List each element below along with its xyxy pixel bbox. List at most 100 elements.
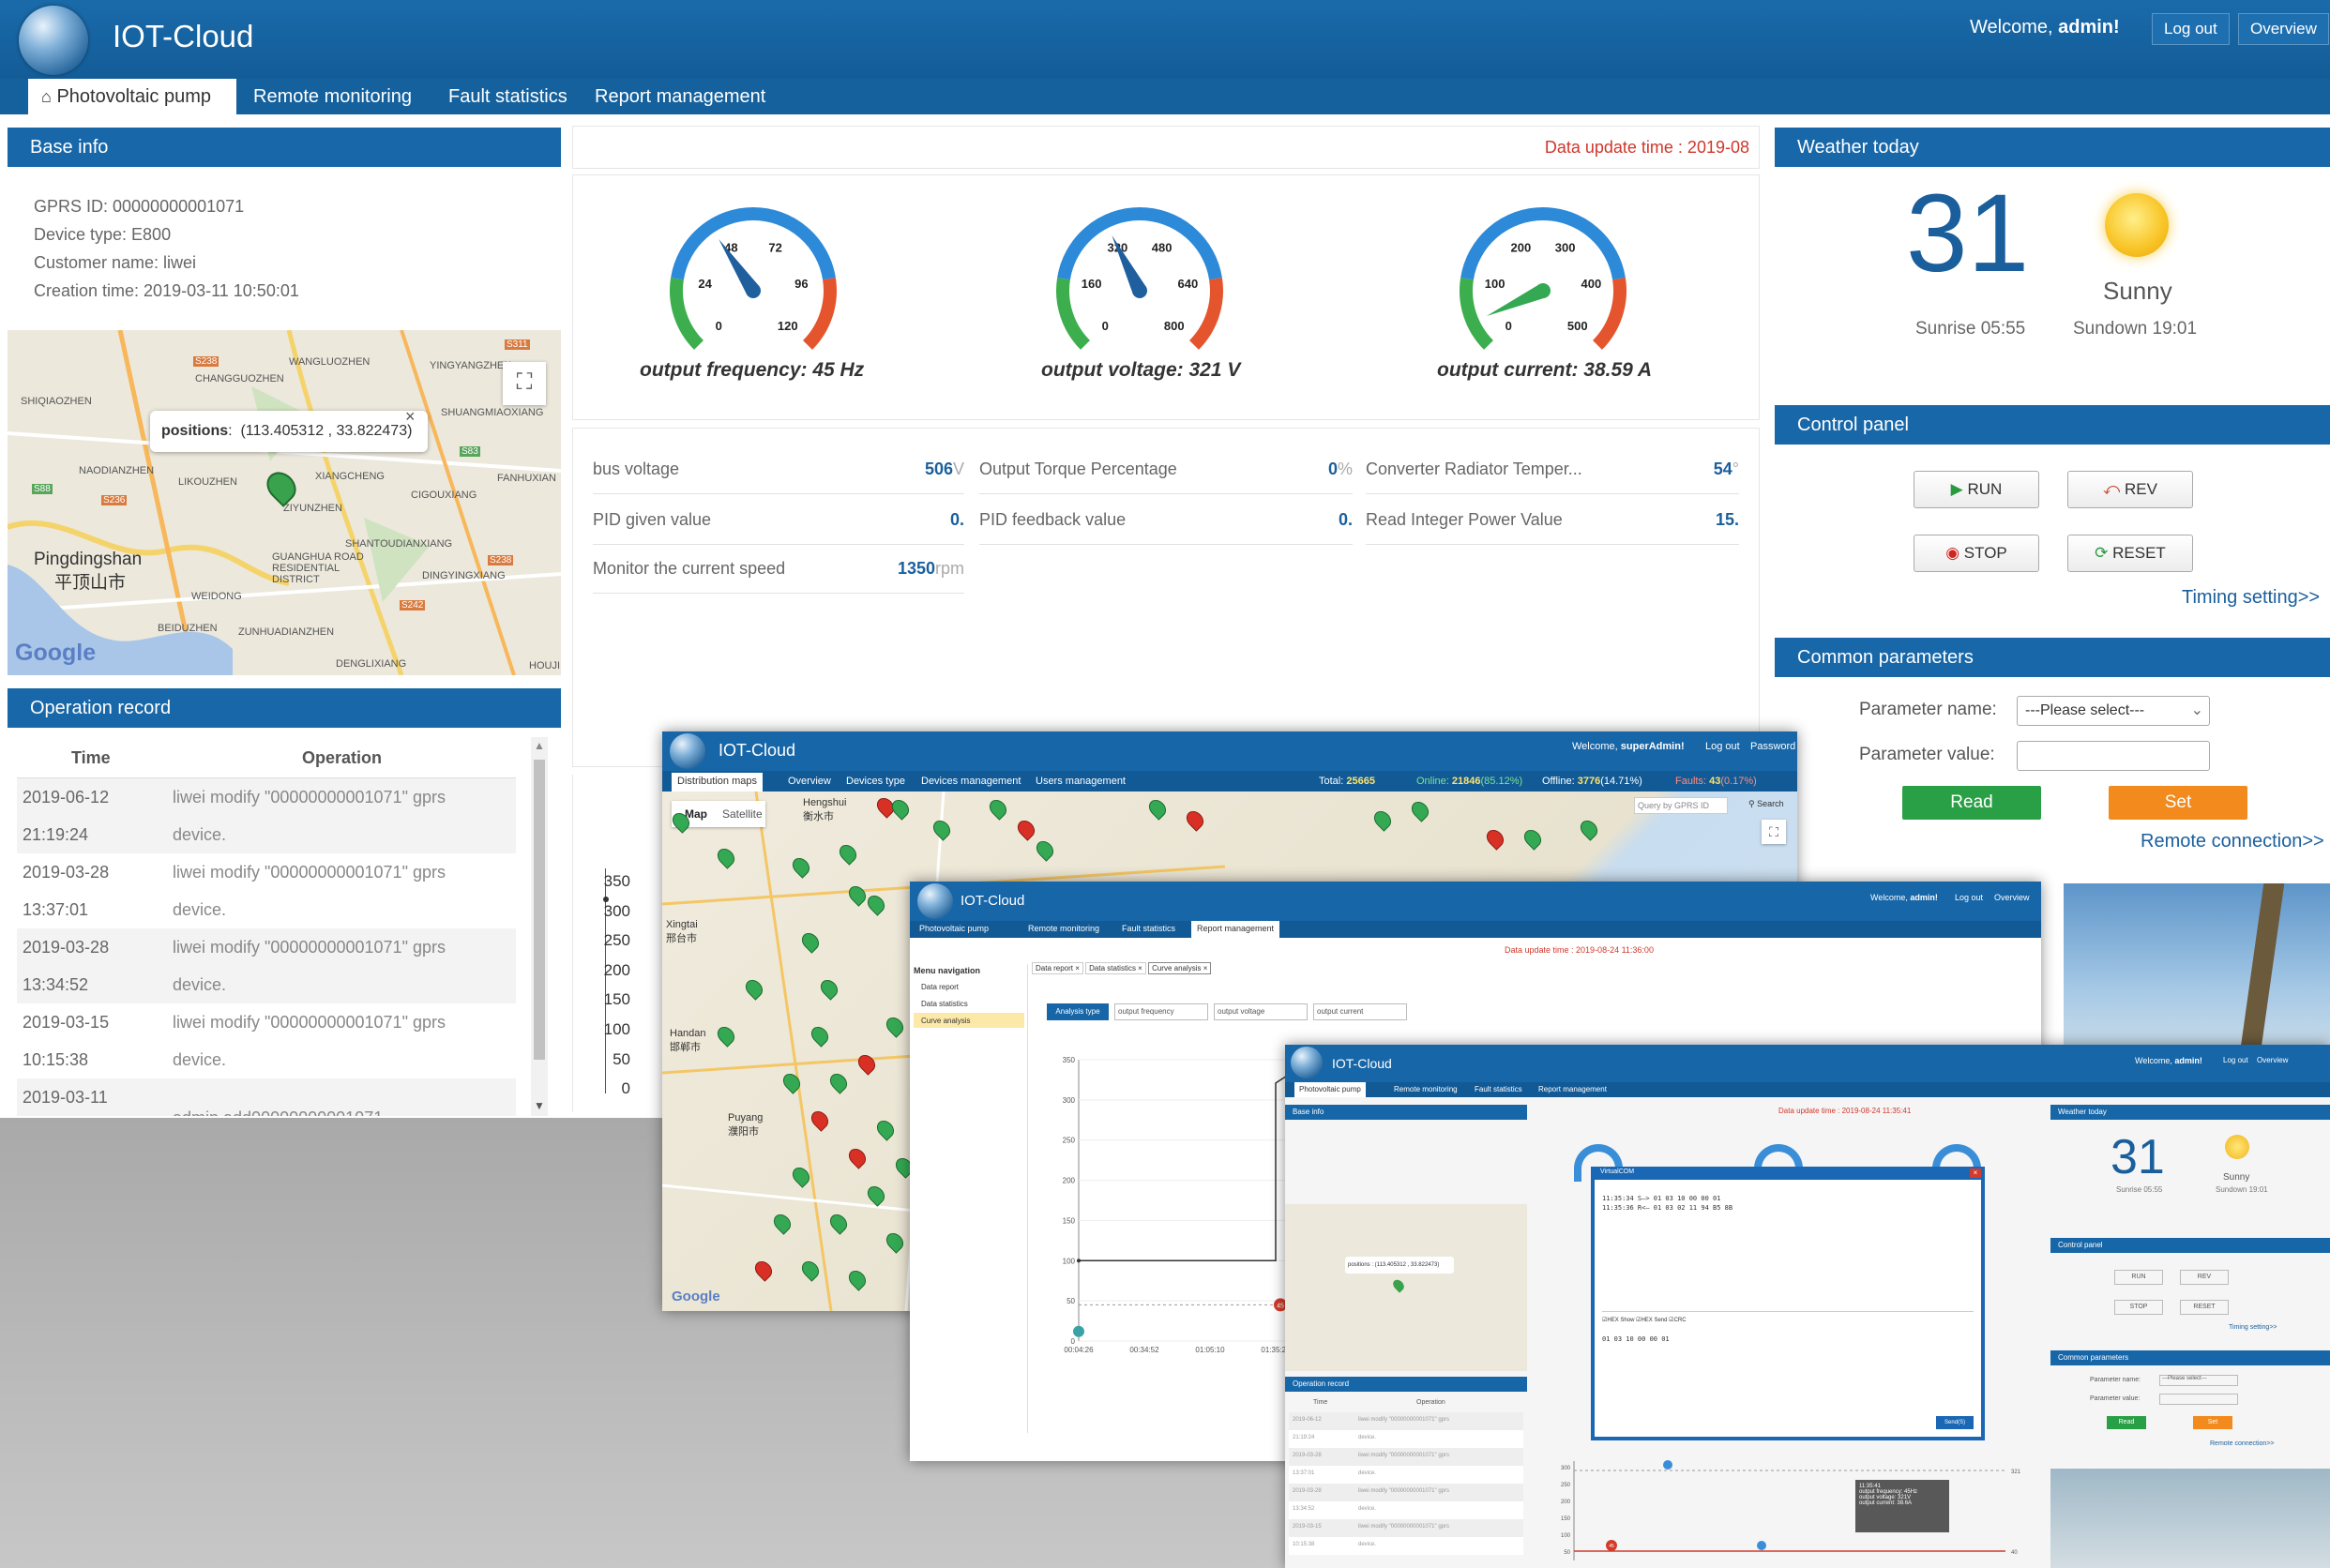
s1-tab[interactable]: Devices management	[921, 776, 1021, 787]
run-button[interactable]: ▶ RUN	[1914, 471, 2039, 508]
row-operation: liwei modify "00000000001071" gprs	[173, 1013, 446, 1032]
s2-tab[interactable]: Remote monitoring	[1028, 924, 1099, 933]
s2-overview[interactable]: Overview	[1994, 893, 2030, 902]
remote-connection-link[interactable]: Remote connection>>	[2141, 831, 2324, 852]
param-divider	[1366, 493, 1739, 494]
logout-button[interactable]: Log out	[2152, 13, 2230, 45]
table-row[interactable]: 2019-03-28 13:37:01 liwei modify "000000…	[17, 853, 516, 928]
s2-tab[interactable]: Fault statistics	[1122, 924, 1175, 933]
table-row[interactable]: 2019-06-12 21:19:24 liwei modify "000000…	[17, 778, 516, 853]
s1-tab[interactable]: Users management	[1036, 776, 1126, 787]
s3-pselect[interactable]: ---Please select---	[2159, 1375, 2238, 1386]
s3-pvalue-input[interactable]	[2159, 1394, 2238, 1405]
s1-satellite-button[interactable]: Satellite	[722, 807, 763, 821]
s2-menu-item[interactable]: Data report	[921, 983, 959, 991]
globe-logo-icon	[917, 883, 953, 919]
s1-tab[interactable]: Devices type	[846, 776, 905, 787]
s3-sundown: Sundown 19:01	[2216, 1185, 2268, 1194]
tab-report-management[interactable]: Report management	[582, 79, 779, 114]
s3-timing-link[interactable]: Timing setting>>	[2229, 1324, 2277, 1331]
s2-subtab[interactable]: Data report ×	[1032, 962, 1083, 974]
s1-search-button[interactable]: ⚲ Search	[1748, 799, 1784, 809]
gauge-band-green	[670, 278, 704, 350]
table-row[interactable]: 2019-03-28 13:34:52 liwei modify "000000…	[17, 928, 516, 1003]
s1-logout[interactable]: Log out	[1705, 741, 1740, 752]
s2-tab[interactable]: Photovoltaic pump	[919, 924, 989, 933]
s2-analysis-type[interactable]: Analysis type	[1047, 1003, 1109, 1020]
s1-tab[interactable]: Overview	[788, 776, 831, 787]
tab-fault-statistics[interactable]: Fault statistics	[435, 79, 581, 114]
fullscreen-icon[interactable]: ⛶	[503, 362, 546, 405]
vc-option[interactable]: ☑CRC	[1669, 1318, 1686, 1323]
location-map[interactable]: WANGLUOZHEN YINGYANGZHEN CHANGGUOZHEN SH…	[8, 330, 561, 675]
fullscreen-icon[interactable]: ⛶	[1762, 820, 1786, 844]
welcome-text: Welcome, admin!	[1970, 17, 2120, 38]
s3-tab[interactable]: Report management	[1538, 1085, 1607, 1093]
row-date: 2019-03-15	[23, 1013, 110, 1032]
s2-menu-item[interactable]: Data statistics	[921, 1000, 968, 1008]
s3-tab[interactable]: Remote monitoring	[1394, 1085, 1458, 1093]
s1-query-input[interactable]: Query by GPRS ID	[1634, 797, 1728, 814]
s3-run-button[interactable]: RUN	[2114, 1270, 2163, 1285]
vc-option[interactable]: ☑HEX Send	[1636, 1318, 1667, 1323]
customer-name: Customer name: liwei	[34, 253, 197, 272]
s2-tab[interactable]: Report management	[1191, 921, 1280, 938]
overview-button[interactable]: Overview	[2238, 13, 2329, 45]
s3-set-button[interactable]: Set	[2193, 1416, 2232, 1429]
s3-read-button[interactable]: Read	[2107, 1416, 2146, 1429]
s2-subtab[interactable]: Data statistics ×	[1085, 962, 1146, 974]
set-button[interactable]: Set	[2109, 786, 2247, 820]
stop-button[interactable]: ◉ STOP	[1914, 535, 2039, 572]
gauge-tick-label: 160	[1082, 277, 1102, 291]
s2-menu-item-active[interactable]: Curve analysis	[914, 1013, 1024, 1028]
s3-rev-button[interactable]: REV	[2180, 1270, 2229, 1285]
oprec-scrollbar[interactable]: ▲ ▼	[531, 737, 548, 1116]
s1-tab[interactable]: Distribution maps	[672, 773, 763, 792]
scroll-up-icon[interactable]: ▲	[534, 739, 545, 752]
s1-faults-pct: (0.17%)	[1720, 776, 1757, 787]
s2-select[interactable]: output frequency	[1114, 1003, 1208, 1020]
s3-reset-button[interactable]: RESET	[2180, 1300, 2229, 1315]
s3-overview[interactable]: Overview	[2257, 1056, 2288, 1064]
oprec-table-body: 2019-06-12 21:19:24 liwei modify "000000…	[17, 778, 516, 1116]
s3-base-header: Base info	[1285, 1105, 1527, 1120]
s2-select[interactable]: output current	[1313, 1003, 1407, 1020]
tab-remote-monitoring[interactable]: Remote monitoring	[240, 79, 425, 114]
row-time: 13:37:01	[23, 900, 89, 919]
vc-line: 11:35:34 S—> 01 03 10 00 00 01	[1602, 1195, 1721, 1202]
s3-table-row: 2019-03-28 liwei modify "00000000001071" …	[1289, 1484, 1523, 1501]
scroll-down-icon[interactable]: ▼	[534, 1099, 545, 1112]
s3-stop-button[interactable]: STOP	[2114, 1300, 2163, 1315]
s1-faults-label: Faults:	[1675, 776, 1707, 787]
s2-select[interactable]: output voltage	[1214, 1003, 1308, 1020]
table-row[interactable]: 2019-03-11 admin add00000000001071	[17, 1078, 516, 1116]
timing-setting-link[interactable]: Timing setting>>	[2182, 587, 2320, 609]
s3-tab[interactable]: Fault statistics	[1475, 1085, 1522, 1093]
s3-remote-link[interactable]: Remote connection>>	[2210, 1440, 2275, 1447]
map-place: DENGLIXIANG	[336, 658, 407, 670]
read-button[interactable]: Read	[1902, 786, 2041, 820]
close-icon[interactable]: ×	[1970, 1168, 1981, 1178]
table-row[interactable]: 2019-03-15 10:15:38 liwei modify "000000…	[17, 1003, 516, 1078]
vc-options: ☑HEX Show ☑HEX Send ☑CRC	[1602, 1317, 1687, 1323]
common-params-header: Common parameters	[1775, 638, 2330, 677]
s3-logout[interactable]: Log out	[2223, 1056, 2248, 1064]
vc-send-button[interactable]: Send(S)	[1936, 1416, 1974, 1429]
s1-password[interactable]: Password	[1750, 741, 1795, 752]
s3-tab[interactable]: Photovoltaic pump	[1294, 1082, 1366, 1097]
chevron-down-icon: ⌄	[2190, 702, 2203, 718]
reset-button[interactable]: ⟳ RESET	[2067, 535, 2193, 572]
scroll-thumb[interactable]	[534, 760, 545, 1060]
rev-button[interactable]: ⤺ REV	[2067, 471, 2193, 508]
vc-input[interactable]: 01 03 10 00 00 01	[1602, 1335, 1670, 1343]
map-place: LIKOUZHEN	[178, 476, 237, 488]
parameter-name-select[interactable]: ---Please select--- ⌄	[2017, 696, 2210, 726]
close-icon[interactable]: ×	[405, 407, 416, 427]
s3-marker-label: 45	[1609, 1544, 1614, 1549]
s1-faults-value: 43	[1709, 776, 1721, 787]
s2-subtab[interactable]: Curve analysis ×	[1148, 962, 1212, 974]
vc-option[interactable]: ☑HEX Show	[1602, 1318, 1634, 1323]
parameter-value-input[interactable]	[2017, 741, 2210, 771]
s2-logout[interactable]: Log out	[1955, 893, 1983, 902]
tab-photovoltaic-pump[interactable]: ⌂ Photovoltaic pump	[28, 79, 236, 114]
